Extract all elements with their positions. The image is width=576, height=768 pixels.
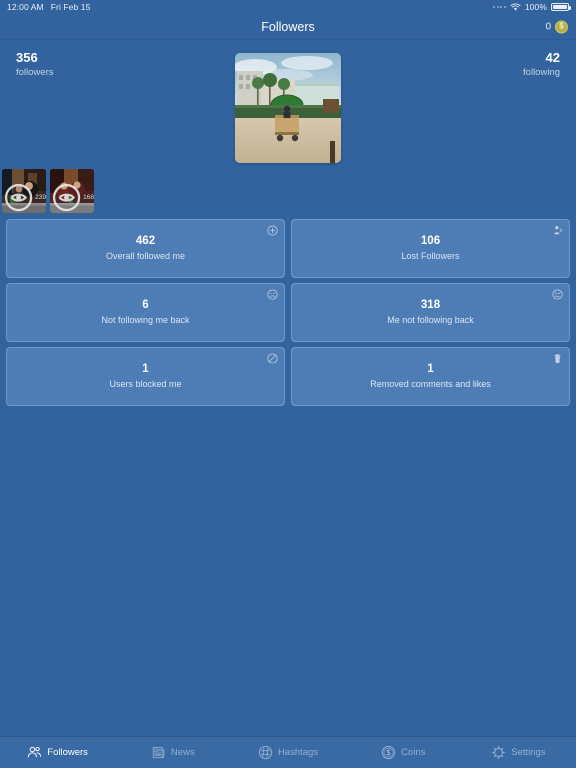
tab-label: Settings <box>511 747 546 758</box>
thumbnail-view-count: 239 <box>35 194 46 202</box>
tab-label: Hashtags <box>277 747 319 758</box>
thumbnail-view-count: 168 <box>83 194 94 202</box>
trash-icon <box>552 353 563 364</box>
status-time: 12:00 AM <box>7 2 44 12</box>
thumbnail-strip: 239 168 <box>0 163 576 214</box>
status-bar: 12:00 AM Fri Feb 15 100% <box>0 0 576 14</box>
battery-percent: 100% <box>524 2 547 12</box>
hero-image[interactable] <box>235 53 341 164</box>
coin-balance[interactable]: 0 $ <box>545 20 568 33</box>
stat-label: Removed comments and likes <box>370 378 491 389</box>
dollar-circle-icon <box>381 745 396 760</box>
thumbnail-item[interactable]: 168 <box>50 169 94 214</box>
eye-icon <box>4 184 33 212</box>
coin-count: 0 <box>545 21 551 32</box>
hashtag-circle-icon <box>258 745 273 760</box>
hero-image-container <box>0 53 576 164</box>
tab-news[interactable]: News <box>115 737 230 768</box>
stat-label: Users blocked me <box>109 378 182 389</box>
stat-card-not-following-me-back[interactable]: 6 Not following me back <box>6 283 285 343</box>
status-bar-left: 12:00 AM Fri Feb 15 <box>7 2 90 12</box>
stat-value: 318 <box>420 299 441 312</box>
status-date: Fri Feb 15 <box>50 2 91 12</box>
tab-label: News <box>170 747 195 758</box>
confused-face-icon <box>552 289 563 300</box>
status-bar-right: 100% <box>493 2 571 12</box>
stats-card-grid: 462 Overall followed me 106 Lost Followe… <box>0 213 576 407</box>
wifi-icon <box>510 3 521 11</box>
gear-icon <box>492 746 506 759</box>
beach-vendor-cart-photo <box>235 53 341 164</box>
tab-settings[interactable]: Settings <box>461 737 576 768</box>
app-screen: 12:00 AM Fri Feb 15 100% Followers 0 $ 3… <box>0 0 576 768</box>
stat-value: 106 <box>420 235 441 248</box>
stat-card-overall-followed-me[interactable]: 462 Overall followed me <box>6 219 285 279</box>
user-leaving-icon <box>552 225 563 236</box>
stat-card-removed-comments-and-likes[interactable]: 1 Removed comments and likes <box>291 347 570 407</box>
eye-icon <box>52 184 81 212</box>
stat-value: 1 <box>142 363 149 376</box>
tab-label: Coins <box>401 747 426 758</box>
tab-followers[interactable]: Followers <box>0 737 115 768</box>
stat-value: 6 <box>142 299 149 312</box>
thumbnail-item[interactable]: 239 <box>2 169 46 214</box>
stat-label: Overall followed me <box>105 250 186 261</box>
signal-dots-icon <box>493 6 506 8</box>
stat-label: Not following me back <box>101 314 190 325</box>
sad-face-icon <box>267 289 278 300</box>
tab-coins[interactable]: Coins <box>346 737 461 768</box>
newspaper-icon <box>152 746 165 759</box>
stat-card-lost-followers[interactable]: 106 Lost Followers <box>291 219 570 279</box>
stat-card-me-not-following-back[interactable]: 318 Me not following back <box>291 283 570 343</box>
page-title: Followers <box>261 19 315 34</box>
thumbnail-views: 239 <box>4 183 46 212</box>
plus-circle-icon <box>267 225 278 236</box>
thumbnail-views: 168 <box>52 183 94 212</box>
stat-value: 1 <box>427 363 434 376</box>
stat-value: 462 <box>135 235 156 248</box>
coin-icon: $ <box>555 20 568 33</box>
tab-label: Followers <box>47 747 88 758</box>
stat-card-users-blocked-me[interactable]: 1 Users blocked me <box>6 347 285 407</box>
block-circle-icon <box>267 353 278 364</box>
tab-bar: Followers News Hashtags Coins Settings <box>0 736 576 768</box>
people-icon <box>28 746 42 758</box>
tab-hashtags[interactable]: Hashtags <box>230 737 345 768</box>
battery-icon <box>551 2 571 12</box>
stat-label: Lost Followers <box>401 250 460 261</box>
stat-label: Me not following back <box>387 314 474 325</box>
navigation-bar: Followers 0 $ <box>0 14 576 40</box>
